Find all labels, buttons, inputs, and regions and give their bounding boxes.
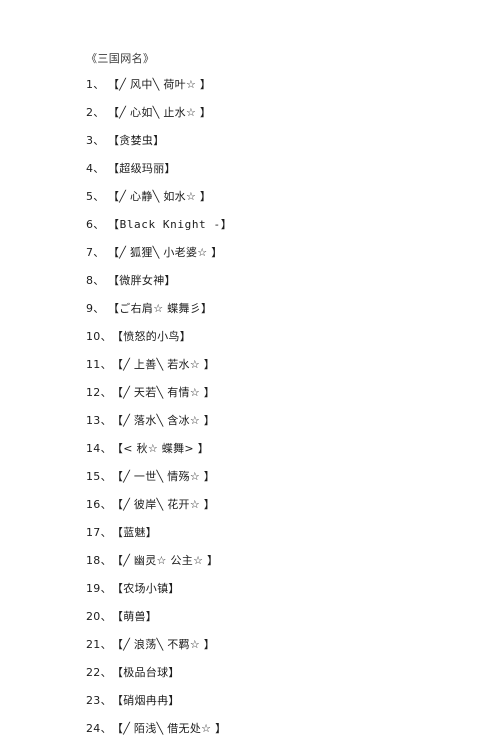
- list-item-index: 3、: [86, 134, 105, 147]
- list-item-text: 【微胖女神】: [108, 274, 176, 287]
- list-item-index: 1、: [86, 78, 105, 91]
- list-item-text: 【极品台球】: [111, 666, 180, 679]
- list-item: 8、 【微胖女神】: [86, 274, 502, 302]
- list-item-text: 【蓝魅】: [111, 526, 158, 539]
- list-item: 14、 【< 秋☆ 蝶舞> 】: [86, 442, 502, 470]
- list-item-index: 16、: [86, 498, 112, 511]
- list-item-index: 11、: [86, 358, 112, 371]
- list-item-text: 【╱ 幽灵☆ 公主☆ 】: [111, 554, 219, 567]
- page-title: 《三国网名》: [86, 52, 155, 65]
- list-item: 13、 【╱ 落水╲ 含冰☆ 】: [86, 414, 502, 442]
- list-item-index: 19、: [86, 582, 112, 595]
- list-item: 15、 【╱ 一世╲ 情殇☆ 】: [86, 470, 502, 498]
- list-item-text: 【╱ 狐狸╲ 小老婆☆ 】: [108, 246, 223, 259]
- list-item: 16、 【╱ 彼岸╲ 花开☆ 】: [86, 498, 502, 526]
- list-item: 7、 【╱ 狐狸╲ 小老婆☆ 】: [86, 246, 502, 274]
- list-item-index: 2、: [86, 106, 105, 119]
- list-item-index: 8、: [86, 274, 105, 287]
- list-item-index: 6、: [86, 218, 105, 231]
- list-item-index: 5、: [86, 190, 105, 203]
- list-item: 12、 【╱ 天若╲ 有情☆ 】: [86, 386, 502, 414]
- list-item: 9、 【ご右肩☆ 蝶舞彡】: [86, 302, 502, 330]
- list-item: 11、 【╱ 上善╲ 若水☆ 】: [86, 358, 502, 386]
- document-page: 《三国网名》 1、 【╱ 风中╲ 荷叶☆ 】 2、 【╱ 心如╲ 止水☆ 】 3、 【贪婪…: [0, 0, 502, 735]
- list-item-text: 【超级玛丽】: [108, 162, 176, 175]
- list-item-index: 10、: [86, 330, 112, 343]
- list-item: 2、 【╱ 心如╲ 止水☆ 】: [86, 106, 502, 134]
- list-item-text: 【Black Knight -】: [108, 218, 233, 231]
- list-item: 20、 【萌兽】: [86, 610, 502, 638]
- list-item-text: 【< 秋☆ 蝶舞> 】: [111, 442, 209, 455]
- list-item: 10、 【愤怒的小鸟】: [86, 330, 502, 358]
- list-item-index: 21、: [86, 638, 112, 651]
- list-item: 23、 【硝烟冉冉】: [86, 694, 502, 722]
- list-item-text: 【农场小镇】: [111, 582, 180, 595]
- list-item-index: 17、: [86, 526, 112, 539]
- list-item-index: 23、: [86, 694, 112, 707]
- list-item-text: 【╱ 陌浅╲ 借无处☆ 】: [111, 722, 227, 735]
- list-item-index: 7、: [86, 246, 105, 259]
- list-item-text: 【╱ 彼岸╲ 花开☆ 】: [111, 498, 216, 511]
- list-item: 6、 【Black Knight -】: [86, 218, 502, 246]
- list-item-index: 4、: [86, 162, 105, 175]
- list-item-index: 13、: [86, 414, 112, 427]
- list-item-text: 【╱ 上善╲ 若水☆ 】: [111, 358, 216, 371]
- list-item: 4、 【超级玛丽】: [86, 162, 502, 190]
- list-item-text: 【╱ 心如╲ 止水☆ 】: [108, 106, 212, 119]
- list-item-index: 20、: [86, 610, 112, 623]
- list-item-index: 24、: [86, 722, 112, 735]
- list-item: 19、 【农场小镇】: [86, 582, 502, 610]
- list-item: 24、 【╱ 陌浅╲ 借无处☆ 】: [86, 722, 502, 750]
- list-item: 1、 【╱ 风中╲ 荷叶☆ 】: [86, 78, 502, 106]
- list-item-index: 18、: [86, 554, 112, 567]
- list-item-text: 【贪婪虫】: [108, 134, 165, 147]
- list-item-text: 【╱ 天若╲ 有情☆ 】: [111, 386, 216, 399]
- list-item-index: 14、: [86, 442, 112, 455]
- list-item: 22、 【极品台球】: [86, 666, 502, 694]
- list-item-text: 【╱ 心静╲ 如水☆ 】: [108, 190, 212, 203]
- list-item-text: 【╱ 浪荡╲ 不羁☆ 】: [111, 638, 216, 651]
- list-item-text: 【硝烟冉冉】: [111, 694, 180, 707]
- list-item: 3、 【贪婪虫】: [86, 134, 502, 162]
- list-item-index: 15、: [86, 470, 112, 483]
- list-item-index: 9、: [86, 302, 105, 315]
- list-item-text: 【萌兽】: [111, 610, 158, 623]
- network-name-list: 1、 【╱ 风中╲ 荷叶☆ 】 2、 【╱ 心如╲ 止水☆ 】 3、 【贪婪虫】 4、 【超级…: [86, 78, 502, 750]
- list-item: 21、 【╱ 浪荡╲ 不羁☆ 】: [86, 638, 502, 666]
- list-item: 17、 【蓝魅】: [86, 526, 502, 554]
- list-item-text: 【╱ 一世╲ 情殇☆ 】: [111, 470, 216, 483]
- list-item-text: 【╱ 风中╲ 荷叶☆ 】: [108, 78, 212, 91]
- list-item: 5、 【╱ 心静╲ 如水☆ 】: [86, 190, 502, 218]
- list-item-text: 【╱ 落水╲ 含冰☆ 】: [111, 414, 216, 427]
- list-item: 18、 【╱ 幽灵☆ 公主☆ 】: [86, 554, 502, 582]
- list-item-text: 【愤怒的小鸟】: [111, 330, 192, 343]
- list-item-index: 12、: [86, 386, 112, 399]
- list-item-text: 【ご右肩☆ 蝶舞彡】: [108, 302, 213, 315]
- list-item-index: 22、: [86, 666, 112, 679]
